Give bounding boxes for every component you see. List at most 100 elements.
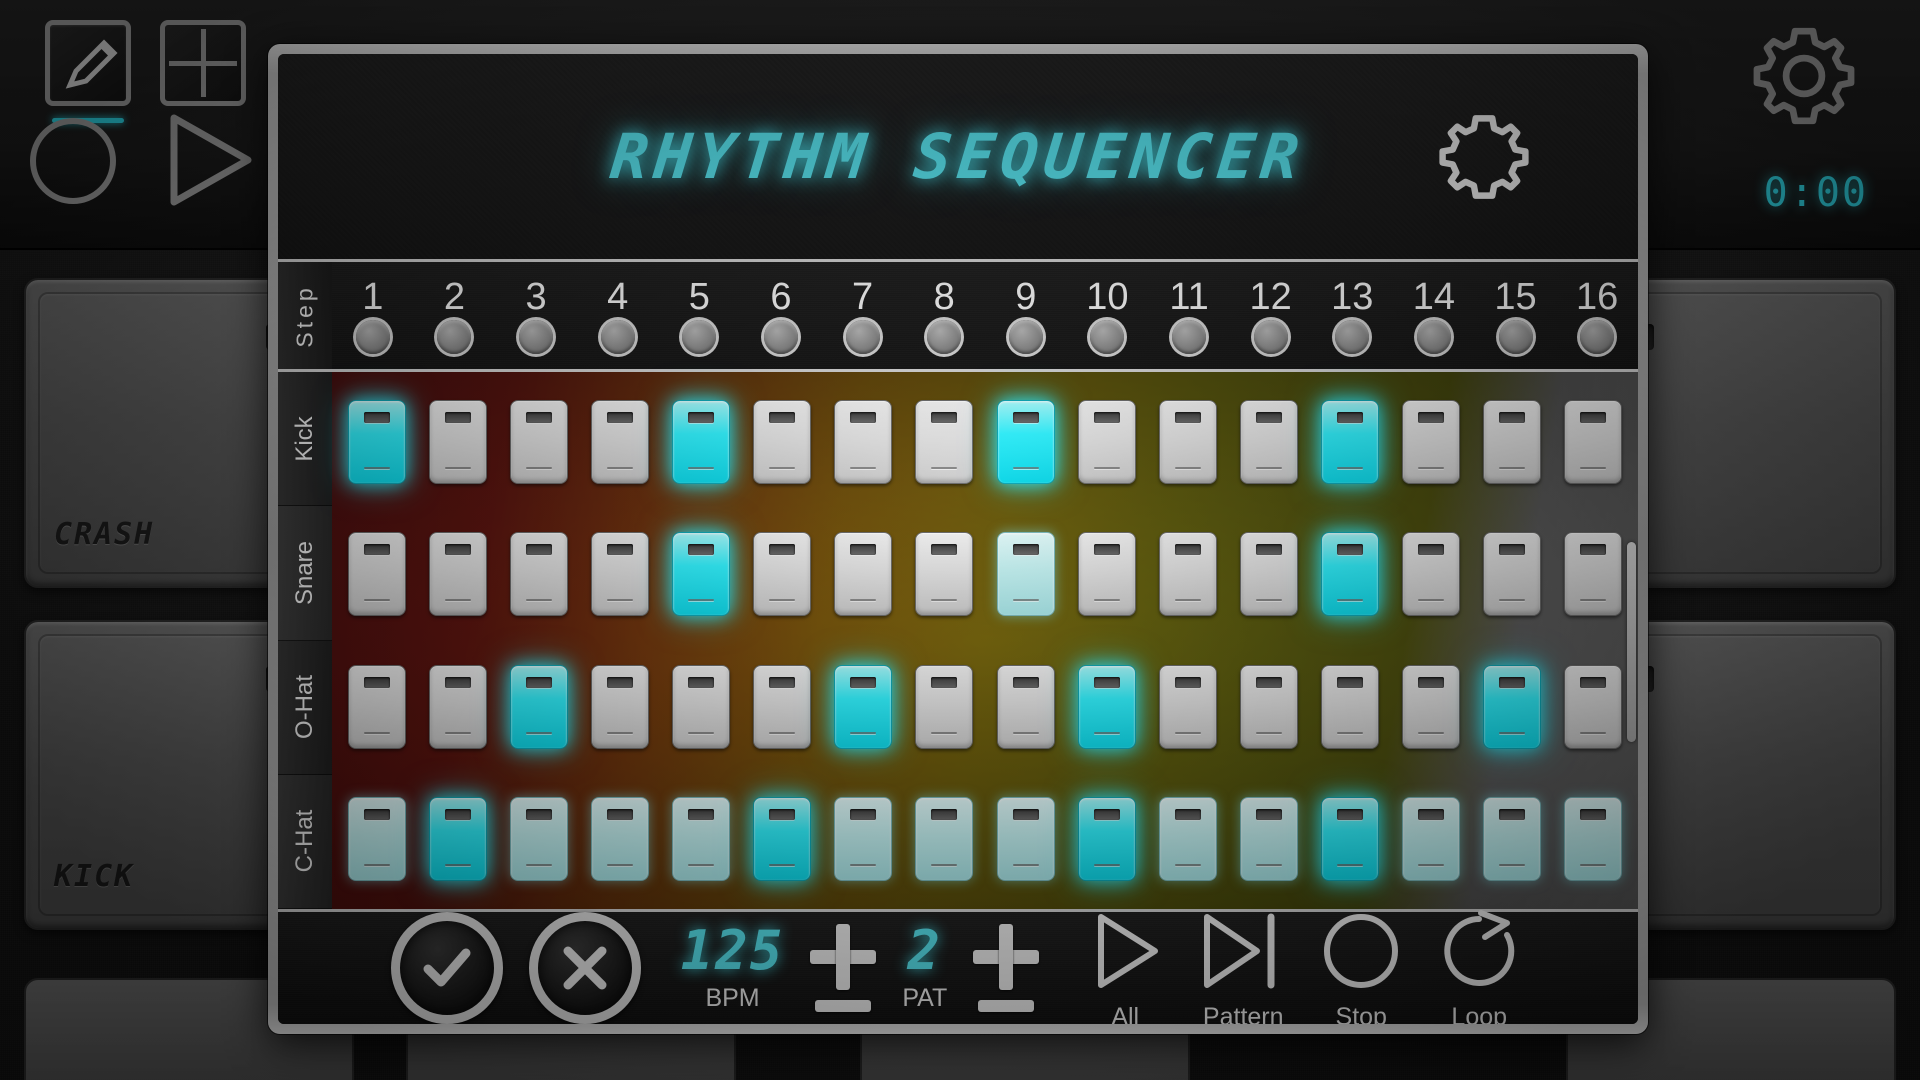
- step-pad-snare-12[interactable]: [1239, 532, 1298, 617]
- step-pad-o-hat-13[interactable]: [1321, 664, 1380, 749]
- grid-icon[interactable]: [160, 20, 246, 106]
- edit-pencil-icon[interactable]: [45, 20, 131, 106]
- step-pad-snare-6[interactable]: [753, 532, 812, 617]
- pattern-stepper[interactable]: [973, 924, 1040, 1012]
- step-pad-c-hat-10[interactable]: [1077, 796, 1136, 881]
- step-column-4[interactable]: 4: [577, 262, 659, 369]
- step-pad-c-hat-13[interactable]: [1321, 796, 1380, 881]
- play-all-button[interactable]: All: [1079, 905, 1171, 1024]
- step-pad-c-hat-1[interactable]: [347, 796, 406, 881]
- step-pad-o-hat-6[interactable]: [753, 664, 812, 749]
- step-pad-snare-13[interactable]: [1321, 532, 1380, 617]
- step-pad-snare-15[interactable]: [1483, 532, 1542, 617]
- step-column-5[interactable]: 5: [659, 262, 741, 369]
- step-column-12[interactable]: 12: [1230, 262, 1312, 369]
- loop-button[interactable]: Loop: [1433, 905, 1525, 1024]
- step-pad-c-hat-9[interactable]: [996, 796, 1055, 881]
- step-pad-o-hat-8[interactable]: [915, 664, 974, 749]
- step-pad-o-hat-14[interactable]: [1402, 664, 1461, 749]
- rhythm-sequencer-dialog: RHYTHM SEQUENCER Step 1 2 3 4 5 6 7 8 9 10 11 12 13 1…: [268, 44, 1648, 1034]
- step-pad-c-hat-11[interactable]: [1158, 796, 1217, 881]
- step-column-9[interactable]: 9: [985, 262, 1067, 369]
- step-pad-c-hat-14[interactable]: [1402, 796, 1461, 881]
- step-pad-snare-9[interactable]: [996, 532, 1055, 617]
- step-column-2[interactable]: 2: [414, 262, 496, 369]
- step-column-14[interactable]: 14: [1393, 262, 1475, 369]
- step-pad-o-hat-1[interactable]: [347, 664, 406, 749]
- step-pad-o-hat-11[interactable]: [1158, 664, 1217, 749]
- step-column-7[interactable]: 7: [822, 262, 904, 369]
- step-column-1[interactable]: 1: [332, 262, 414, 369]
- step-column-16[interactable]: 16: [1556, 262, 1638, 369]
- settings-gear-icon[interactable]: [1748, 20, 1860, 132]
- step-pad-snare-11[interactable]: [1158, 532, 1217, 617]
- cancel-button[interactable]: [528, 912, 641, 1024]
- step-pad-snare-5[interactable]: [672, 532, 731, 617]
- minus-icon[interactable]: [815, 1000, 872, 1012]
- step-pad-c-hat-2[interactable]: [428, 796, 487, 881]
- step-pad-kick-2[interactable]: [428, 400, 487, 485]
- step-pad-kick-14[interactable]: [1402, 400, 1461, 485]
- step-pad-snare-2[interactable]: [428, 532, 487, 617]
- step-pad-kick-4[interactable]: [590, 400, 649, 485]
- record-circle-icon[interactable]: [30, 118, 116, 204]
- step-pad-c-hat-5[interactable]: [672, 796, 731, 881]
- step-column-3[interactable]: 3: [495, 262, 577, 369]
- step-pad-kick-15[interactable]: [1483, 400, 1542, 485]
- step-pad-o-hat-16[interactable]: [1564, 664, 1623, 749]
- step-column-13[interactable]: 13: [1312, 262, 1394, 369]
- step-pad-kick-16[interactable]: [1564, 400, 1623, 485]
- confirm-button[interactable]: [390, 912, 503, 1024]
- step-pad-o-hat-3[interactable]: [509, 664, 568, 749]
- step-pad-o-hat-4[interactable]: [590, 664, 649, 749]
- step-pad-snare-14[interactable]: [1402, 532, 1461, 617]
- step-pad-kick-12[interactable]: [1239, 400, 1298, 485]
- step-pad-c-hat-3[interactable]: [509, 796, 568, 881]
- step-pad-snare-1[interactable]: [347, 532, 406, 617]
- step-pad-kick-11[interactable]: [1158, 400, 1217, 485]
- step-column-15[interactable]: 15: [1475, 262, 1557, 369]
- stop-button[interactable]: Stop: [1315, 905, 1407, 1024]
- step-pad-snare-10[interactable]: [1077, 532, 1136, 617]
- play-pattern-button[interactable]: Pattern: [1197, 905, 1289, 1024]
- step-pad-o-hat-10[interactable]: [1077, 664, 1136, 749]
- plus-icon[interactable]: [973, 924, 1040, 990]
- step-pad-snare-16[interactable]: [1564, 532, 1623, 617]
- step-column-10[interactable]: 10: [1067, 262, 1149, 369]
- step-pad-kick-7[interactable]: [834, 400, 893, 485]
- step-pad-kick-8[interactable]: [915, 400, 974, 485]
- step-pad-o-hat-7[interactable]: [834, 664, 893, 749]
- step-pad-c-hat-7[interactable]: [834, 796, 893, 881]
- step-pad-c-hat-6[interactable]: [753, 796, 812, 881]
- step-pad-c-hat-16[interactable]: [1564, 796, 1623, 881]
- minus-icon[interactable]: [978, 1000, 1035, 1012]
- bpm-stepper[interactable]: [810, 924, 877, 1012]
- step-pad-kick-1[interactable]: [347, 400, 406, 485]
- step-pad-o-hat-9[interactable]: [996, 664, 1055, 749]
- step-pad-snare-7[interactable]: [834, 532, 893, 617]
- step-pad-kick-6[interactable]: [753, 400, 812, 485]
- plus-icon[interactable]: [810, 924, 877, 990]
- step-column-6[interactable]: 6: [740, 262, 822, 369]
- step-pad-c-hat-15[interactable]: [1483, 796, 1542, 881]
- step-pad-kick-13[interactable]: [1321, 400, 1380, 485]
- step-column-8[interactable]: 8: [903, 262, 985, 369]
- step-pad-c-hat-8[interactable]: [915, 796, 974, 881]
- grid-scrollbar[interactable]: [1627, 542, 1636, 742]
- step-pad-kick-5[interactable]: [672, 400, 731, 485]
- step-pad-kick-9[interactable]: [996, 400, 1055, 485]
- step-pad-o-hat-15[interactable]: [1483, 664, 1542, 749]
- step-pad-kick-3[interactable]: [509, 400, 568, 485]
- step-pad-o-hat-12[interactable]: [1239, 664, 1298, 749]
- step-pad-kick-10[interactable]: [1077, 400, 1136, 485]
- step-column-11[interactable]: 11: [1148, 262, 1230, 369]
- play-triangle-icon[interactable]: [160, 112, 260, 213]
- step-pad-snare-4[interactable]: [590, 532, 649, 617]
- step-pad-c-hat-12[interactable]: [1239, 796, 1298, 881]
- step-pad-snare-3[interactable]: [509, 532, 568, 617]
- step-pad-snare-8[interactable]: [915, 532, 974, 617]
- step-pad-o-hat-5[interactable]: [672, 664, 731, 749]
- step-pad-o-hat-2[interactable]: [428, 664, 487, 749]
- step-pad-c-hat-4[interactable]: [590, 796, 649, 881]
- dialog-settings-gear-icon[interactable]: [1438, 111, 1530, 203]
